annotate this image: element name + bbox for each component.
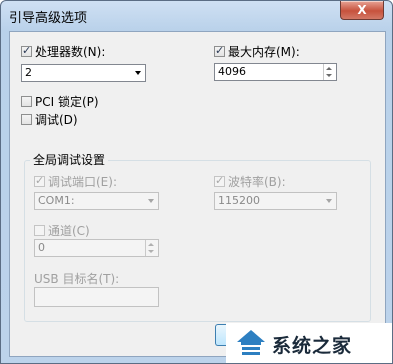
processors-select[interactable]: 2: [21, 64, 146, 82]
debug-row: 调试(D): [21, 111, 78, 128]
window-title: 引导高级选项: [9, 11, 88, 26]
debug-port-checkbox[interactable]: [34, 174, 45, 187]
baud-rate-row: 波特率(B):: [214, 173, 286, 190]
house-logo-icon: [237, 330, 265, 355]
debug-checkbox[interactable]: [21, 114, 32, 125]
baud-rate-label: 波特率(B):: [228, 175, 286, 189]
dialog-window: 引导高级选项 X 处理器数(N): 2 最大内存(M): 4096 PCI 锁定…: [0, 0, 393, 364]
chevron-down-icon: [135, 71, 141, 75]
pci-lock-checkbox[interactable]: [21, 96, 32, 107]
processors-row: 处理器数(N):: [21, 43, 105, 60]
chevron-down-icon: [148, 199, 154, 203]
chevron-down-icon: [326, 199, 332, 203]
arrow-up-icon[interactable]: [326, 67, 332, 70]
processors-value: 2: [25, 66, 32, 79]
close-button[interactable]: X: [340, 1, 384, 20]
debug-port-label: 调试端口(E):: [48, 175, 117, 189]
debug-port-value: COM1:: [38, 194, 75, 207]
channel-label: 通道(C): [48, 224, 90, 238]
baud-rate-select[interactable]: 115200: [214, 192, 337, 210]
spinner-buttons[interactable]: [323, 64, 336, 80]
watermark: 系统之家: [226, 323, 392, 363]
arrow-down-icon[interactable]: [148, 250, 154, 253]
channel-checkbox[interactable]: [34, 225, 45, 236]
pci-lock-label: PCI 锁定(P): [35, 95, 99, 109]
spinner-buttons[interactable]: [145, 240, 158, 256]
channel-spinner[interactable]: 0: [34, 239, 159, 257]
usb-target-label: USB 目标名(T):: [34, 272, 120, 286]
dialog-content: 处理器数(N): 2 最大内存(M): 4096 PCI 锁定(P) 调试(D)…: [9, 31, 386, 357]
debug-label: 调试(D): [35, 113, 78, 127]
watermark-text: 系统之家: [272, 335, 353, 357]
channel-value: 0: [38, 241, 45, 254]
max-memory-row: 最大内存(M):: [214, 43, 300, 60]
max-memory-checkbox[interactable]: [214, 44, 225, 57]
arrow-down-icon[interactable]: [326, 74, 332, 77]
pci-lock-row: PCI 锁定(P): [21, 93, 99, 110]
processors-checkbox[interactable]: [21, 44, 32, 57]
max-memory-spinner[interactable]: 4096: [214, 63, 337, 81]
debug-port-select[interactable]: COM1:: [34, 192, 159, 210]
max-memory-label: 最大内存(M):: [228, 45, 300, 59]
max-memory-value: 4096: [218, 65, 246, 78]
global-debug-title: 全局调试设置: [30, 151, 109, 168]
usb-target-input[interactable]: [34, 287, 159, 307]
processors-label: 处理器数(N):: [35, 45, 106, 59]
title-bar[interactable]: 引导高级选项 X: [1, 1, 392, 29]
baud-rate-checkbox[interactable]: [214, 174, 225, 187]
arrow-up-icon[interactable]: [148, 243, 154, 246]
baud-rate-value: 115200: [218, 194, 260, 207]
debug-port-row: 调试端口(E):: [34, 173, 117, 190]
channel-row: 通道(C): [34, 222, 90, 239]
